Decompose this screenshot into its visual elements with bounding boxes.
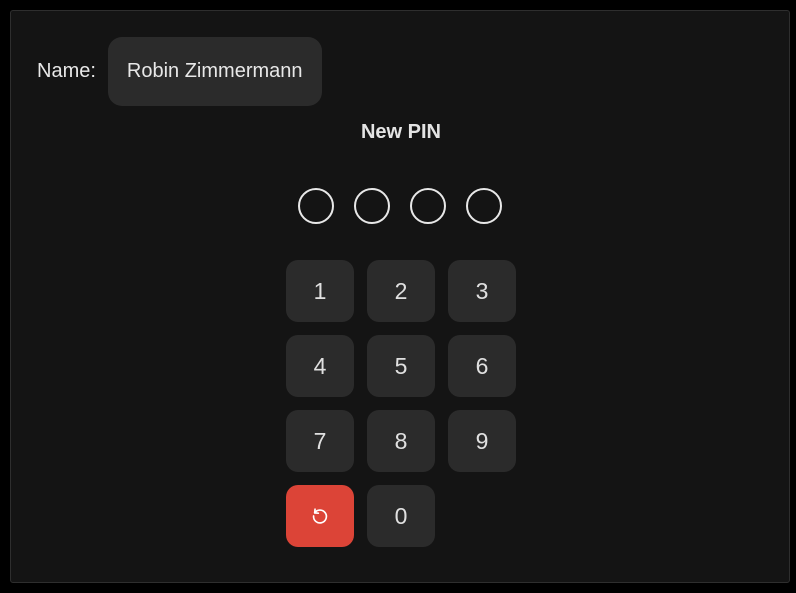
pin-indicator	[298, 188, 502, 224]
reset-icon	[309, 505, 331, 527]
pin-title: New PIN	[360, 121, 442, 143]
key-8[interactable]: 8	[367, 410, 435, 472]
name-field[interactable]: Robin Zimmermann	[107, 36, 322, 106]
pin-dot	[466, 188, 502, 224]
key-1[interactable]: 1	[286, 260, 354, 322]
key-9[interactable]: 9	[448, 410, 516, 472]
key-7[interactable]: 7	[286, 410, 354, 472]
key-2[interactable]: 2	[367, 260, 435, 322]
pin-dot	[410, 188, 446, 224]
name-label: Name:	[37, 59, 96, 82]
pin-dot	[354, 188, 390, 224]
reset-button[interactable]	[286, 485, 354, 547]
key-0[interactable]: 0	[367, 485, 435, 547]
key-4[interactable]: 4	[286, 335, 354, 397]
pin-dot	[298, 188, 334, 224]
keypad: 1 2 3 4 5 6 7 8 9 0	[286, 260, 516, 547]
key-3[interactable]: 3	[448, 260, 516, 322]
key-5[interactable]: 5	[367, 335, 435, 397]
pin-setup-panel: Name: Robin Zimmermann New PIN 1 2 3 4 5…	[10, 10, 790, 583]
name-row: Name: Robin Zimmermann	[37, 36, 322, 106]
key-6[interactable]: 6	[448, 335, 516, 397]
